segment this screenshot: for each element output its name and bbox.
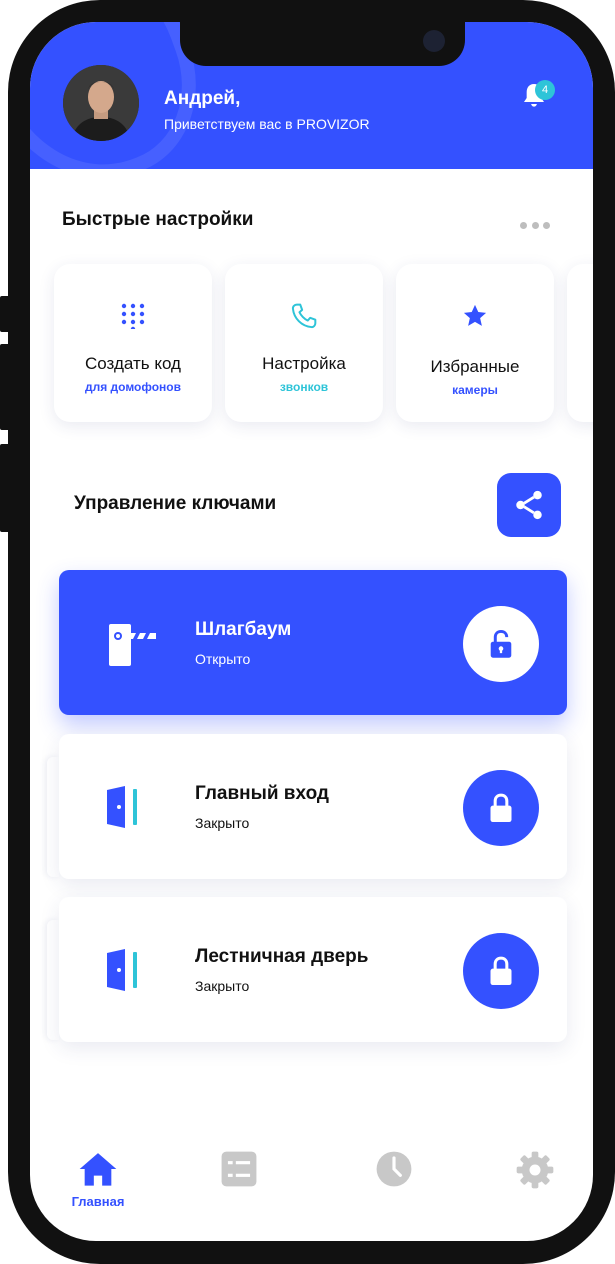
quick-card-partial[interactable] <box>567 264 593 422</box>
tab-history[interactable] <box>349 1150 439 1220</box>
quick-card-call-settings[interactable]: Настройка звонков <box>225 264 383 422</box>
unlock-button[interactable] <box>463 606 539 682</box>
barrier-icon <box>103 620 156 666</box>
quick-card-title: Создать код <box>85 354 181 373</box>
home-icon <box>79 1153 117 1186</box>
bottom-tab-bar: Главная <box>30 1140 593 1230</box>
card-shadow-edge <box>47 757 59 877</box>
quick-card-subtitle: для домофонов <box>84 380 182 394</box>
unlocked-icon <box>490 629 512 658</box>
lock-icon <box>490 956 512 985</box>
dialpad-icon <box>121 303 145 329</box>
star-icon <box>463 304 487 326</box>
key-name: Главный вход <box>195 783 329 804</box>
quick-card-favorite-cameras[interactable]: Избранные камеры <box>396 264 554 422</box>
dot <box>543 221 550 229</box>
list-icon <box>221 1151 257 1187</box>
key-card-main-entrance[interactable]: Главный вход Закрыто <box>59 734 567 879</box>
quick-card-subtitle: звонков <box>279 380 329 394</box>
avatar[interactable] <box>63 65 139 141</box>
key-name: Шлагбаум <box>195 619 292 640</box>
volume-down-button <box>0 444 10 532</box>
lock-icon <box>490 793 512 822</box>
key-status: Закрыто <box>195 815 250 831</box>
door-icon <box>103 784 147 830</box>
key-card-barrier[interactable]: Шлагбаум Открыто <box>59 570 567 715</box>
lock-button[interactable] <box>463 770 539 846</box>
quick-card-create-code[interactable]: Создать код для домофонов <box>54 264 212 422</box>
door-icon <box>103 947 147 993</box>
user-name: Андрей, <box>164 88 241 109</box>
phone-icon <box>291 303 317 329</box>
key-card-stair-door[interactable]: Лестничная дверь Закрыто <box>59 897 567 1042</box>
quick-card-title: Избранные <box>430 357 520 376</box>
mute-switch <box>0 296 10 332</box>
clock-icon <box>376 1151 412 1187</box>
tab-label: Главная <box>71 1194 125 1209</box>
share-icon <box>516 490 542 520</box>
volume-up-button <box>0 344 10 430</box>
quick-settings-title: Быстрые настройки <box>62 209 254 230</box>
more-options-button[interactable] <box>520 221 550 229</box>
key-status: Открыто <box>195 651 251 667</box>
quick-card-title: Настройка <box>262 354 346 373</box>
app-screen: Андрей, Приветствуем вас в PROVIZOR 4 Бы… <box>30 22 593 1241</box>
dot <box>531 221 539 229</box>
gear-icon <box>516 1151 554 1189</box>
front-camera <box>423 30 445 52</box>
key-name: Лестничная дверь <box>195 946 369 967</box>
dot <box>520 221 527 229</box>
notch <box>180 22 465 66</box>
key-status: Закрыто <box>195 978 250 994</box>
notification-badge: 4 <box>535 80 555 100</box>
lock-button[interactable] <box>463 933 539 1009</box>
tab-settings[interactable] <box>490 1150 580 1220</box>
keys-title: Управление ключами <box>74 493 277 514</box>
tab-home[interactable]: Главная <box>53 1150 143 1220</box>
greeting-text: Приветствуем вас в PROVIZOR <box>164 116 370 132</box>
quick-card-subtitle: камеры <box>452 383 498 397</box>
card-shadow-edge <box>47 920 59 1040</box>
tab-list[interactable] <box>194 1150 284 1220</box>
share-button[interactable] <box>497 473 561 537</box>
